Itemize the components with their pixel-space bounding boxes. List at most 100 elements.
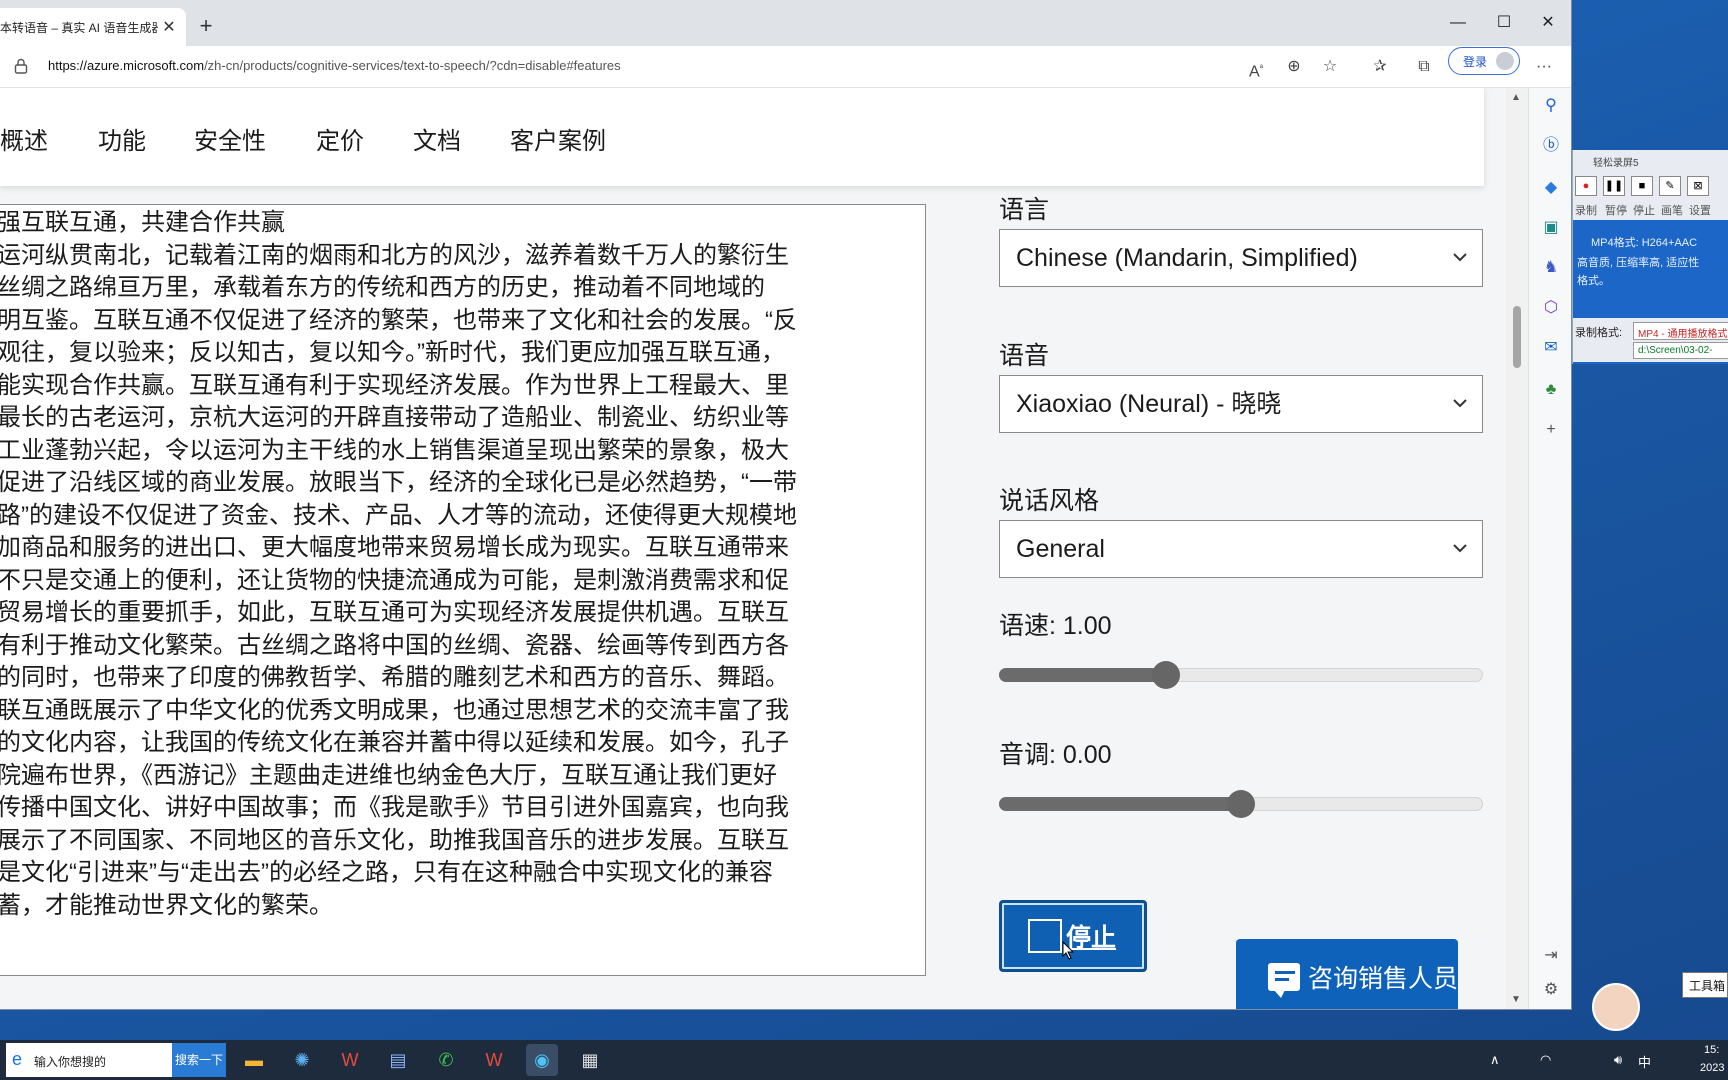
new-tab-button[interactable]: + xyxy=(192,12,220,40)
settings-gear-icon[interactable]: ⚙ xyxy=(1539,978,1563,1002)
mouse-cursor-icon xyxy=(1059,940,1077,970)
favorites-icon[interactable]: ✰ xyxy=(1368,55,1392,79)
read-aloud-icon[interactable]: Aᵃ xyxy=(1244,55,1268,80)
pitch-slider[interactable] xyxy=(999,785,1483,825)
url-field[interactable]: https://azure.microsoft.com/zh-cn/produc… xyxy=(48,58,621,73)
wps-writer-icon[interactable]: W xyxy=(478,1044,510,1076)
edge-sidebar: ⚲ ⓑ ◆ ▣ ♞ ⬡ ✉ ♣ + ⇥ ⚙ xyxy=(1528,88,1571,1009)
tray-expand-icon[interactable]: ∧ xyxy=(1490,1052,1500,1068)
login-button[interactable]: 登录 xyxy=(1448,47,1520,75)
search-icon[interactable]: ⚲ xyxy=(1539,94,1563,118)
tools-icon[interactable]: ▣ xyxy=(1539,216,1563,240)
slider-fill xyxy=(999,797,1241,811)
collections-icon[interactable]: ⧉ xyxy=(1412,55,1436,79)
text-line: 丝绸之路绵亘万里，承载着东方的传统和西方的历史，推动着不同地域的 xyxy=(0,274,765,301)
chevron-down-icon xyxy=(1452,230,1468,308)
pen-button[interactable]: ✎ xyxy=(1659,176,1681,196)
language-select[interactable]: Chinese (Mandarin, Simplified) xyxy=(999,229,1483,287)
wechat-icon[interactable]: ✆ xyxy=(430,1044,462,1076)
format-label: 录制格式: xyxy=(1575,327,1623,339)
stop-label: 停止 xyxy=(1633,205,1655,217)
nav-pricing[interactable]: 定价 xyxy=(316,121,364,156)
taskbar-search-input[interactable]: e 输入你想搜的 xyxy=(6,1043,172,1077)
edge-browser-icon[interactable]: ◉ xyxy=(526,1044,558,1076)
close-window-button[interactable]: ✕ xyxy=(1528,8,1568,38)
format-select[interactable]: MP4 - 通用播放格式 xyxy=(1633,322,1728,340)
minimize-button[interactable]: — xyxy=(1438,8,1478,38)
contact-sales-button[interactable]: 咨询销售人员 xyxy=(1236,939,1458,1009)
clock-date[interactable]: 2023 xyxy=(1700,1062,1724,1074)
screen-recorder-panel: 轻松录屏5 ● ❚❚ ■ ✎ ⊠ 录制 暂停 停止 画笔 设置 MP4格式: H… xyxy=(1572,150,1728,364)
text-line: 最长的古老运河，京杭大运河的开辟直接带动了造船业、制瓷业、纺织业等 xyxy=(0,404,789,431)
lock-icon[interactable] xyxy=(14,58,28,77)
ime-indicator[interactable]: 中 xyxy=(1638,1052,1651,1071)
pitch-label: 音调: 0.00 xyxy=(999,741,1112,769)
text-line: 路”的建设不仅促进了资金、技术、产品、人才等的流动，还使得更大规模地 xyxy=(0,501,797,529)
maximize-button[interactable]: ☐ xyxy=(1484,8,1524,38)
tab-close-icon[interactable]: ✕ xyxy=(158,17,180,37)
shopping-tag-icon[interactable]: ◆ xyxy=(1539,176,1563,200)
speaking-style-select[interactable]: General xyxy=(999,520,1483,578)
file-explorer-icon[interactable]: ▬ xyxy=(238,1044,270,1076)
scroll-down-icon[interactable]: ▼ xyxy=(1511,994,1521,1005)
url-path: /zh-cn/products/cognitive-services/text-… xyxy=(204,58,621,73)
microsoft365-icon[interactable]: ⬡ xyxy=(1539,296,1563,320)
text-line: 明互鉴。互联互通不仅促进了经济的繁荣，也带来了文化和社会的发展。“反 xyxy=(0,306,797,334)
text-line: 加商品和服务的进出口、更大幅度地带来贸易增长成为现实。互联互通带来 xyxy=(0,534,789,561)
text-line: 工业蓬勃兴起，令以运河为主干线的水上销售渠道呈现出繁荣的景象，极大 xyxy=(0,436,789,464)
scroll-up-icon[interactable]: ▲ xyxy=(1511,92,1521,103)
chat-icon xyxy=(1268,963,1300,998)
favorite-add-icon[interactable]: ☆ xyxy=(1318,55,1342,79)
text-line: 展示了不同国家、不同地区的音乐文化，助推我国音乐的进步发展。互联互 xyxy=(0,826,789,854)
url-domain: https://azure.microsoft.com xyxy=(48,58,205,73)
nav-features[interactable]: 功能 xyxy=(98,121,146,156)
slider-thumb[interactable] xyxy=(1227,790,1255,818)
more-menu-icon[interactable]: ··· xyxy=(1532,55,1556,79)
tts-text-input[interactable]: 强互联互通，共建合作共赢 运河纵贯南北，记载着江南的烟雨和北方的风沙，滋养着数千万… xyxy=(0,204,926,976)
text-line: 传播中国文化、讲好中国故事；而《我是歌手》节目引进外国嘉宾，也向我 xyxy=(0,794,789,821)
nav-docs[interactable]: 文档 xyxy=(413,121,461,156)
voice-value: Xiaoxiao (Neural) - 晓晓 xyxy=(1016,390,1282,418)
sidebar-collapse-icon[interactable]: ⇥ xyxy=(1539,944,1563,968)
bing-icon[interactable]: ⓑ xyxy=(1539,134,1563,158)
voice-select[interactable]: Xiaoxiao (Neural) - 晓晓 xyxy=(999,375,1483,433)
volume-icon[interactable]: 🔊︎ xyxy=(1614,1052,1622,1068)
outlook-icon[interactable]: ✉ xyxy=(1539,336,1563,360)
clock-time[interactable]: 15: xyxy=(1704,1044,1719,1056)
browser-window: 本转语音 – 真实 AI 语音生成器 ✕ + — ☐ ✕ https://azu… xyxy=(0,0,1572,1010)
network-icon[interactable]: ◠ xyxy=(1540,1052,1551,1068)
add-icon[interactable]: + xyxy=(1539,418,1563,442)
zoom-icon[interactable]: ⊕ xyxy=(1282,55,1306,79)
nav-security[interactable]: 安全性 xyxy=(194,121,266,156)
pause-button[interactable]: ❚❚ xyxy=(1603,176,1625,196)
network-tool-icon[interactable]: ▤ xyxy=(382,1044,414,1076)
record-button[interactable]: ● xyxy=(1575,176,1597,196)
scrollbar-thumb[interactable] xyxy=(1513,306,1521,368)
wps-icon[interactable]: W xyxy=(334,1044,366,1076)
text-line: 是文化“引进来”与“走出去”的必经之路，只有在这种融合中实现文化的兼容 xyxy=(0,859,773,886)
language-value: Chinese (Mandarin, Simplified) xyxy=(1016,244,1358,272)
ime-avatar-icon[interactable] xyxy=(1592,983,1640,1031)
games-icon[interactable]: ♞ xyxy=(1539,256,1563,280)
toolbox-tooltip: 工具箱 xyxy=(1682,972,1728,998)
browser-tab[interactable]: 本转语音 – 真实 AI 语音生成器 ✕ xyxy=(0,8,186,46)
language-label: 语言 xyxy=(999,196,1050,224)
product-navbar: 概述 功能 安全性 定价 文档 客户案例 xyxy=(0,88,1484,186)
settings-button[interactable]: ⊠ xyxy=(1687,176,1709,196)
slider-thumb[interactable] xyxy=(1152,661,1180,689)
save-path-field[interactable]: d:\Screen\03-02- xyxy=(1633,342,1728,359)
page-scrollbar[interactable]: ▲ ▼ xyxy=(1506,88,1528,1009)
recorder-app-icon[interactable]: ▦ xyxy=(574,1044,606,1076)
nav-overview[interactable]: 概述 xyxy=(0,121,48,156)
text-line: 有利于推动文化繁荣。古丝绸之路将中国的丝绸、瓷器、绘画等传到西方各 xyxy=(0,631,789,659)
stop-record-button[interactable]: ■ xyxy=(1631,176,1653,196)
nav-customer-stories[interactable]: 客户案例 xyxy=(510,121,606,156)
text-line: 贸易增长的重要抓手，如此，互联互通可为实现经济发展提供机遇。互联互 xyxy=(0,599,789,626)
tree-icon[interactable]: ♣ xyxy=(1539,378,1563,402)
speed-slider[interactable] xyxy=(999,656,1483,696)
text-line: 的文化内容，让我国的传统文化在兼容并蓄中得以延续和发展。如今，孔子 xyxy=(0,729,789,756)
settings-app-icon[interactable]: ✺ xyxy=(286,1044,318,1076)
taskbar-search-button[interactable]: 搜索一下 xyxy=(172,1043,226,1077)
tab-bar: 本转语音 – 真实 AI 语音生成器 ✕ + — ☐ ✕ xyxy=(0,0,1571,46)
ie-icon: e xyxy=(12,1049,23,1069)
